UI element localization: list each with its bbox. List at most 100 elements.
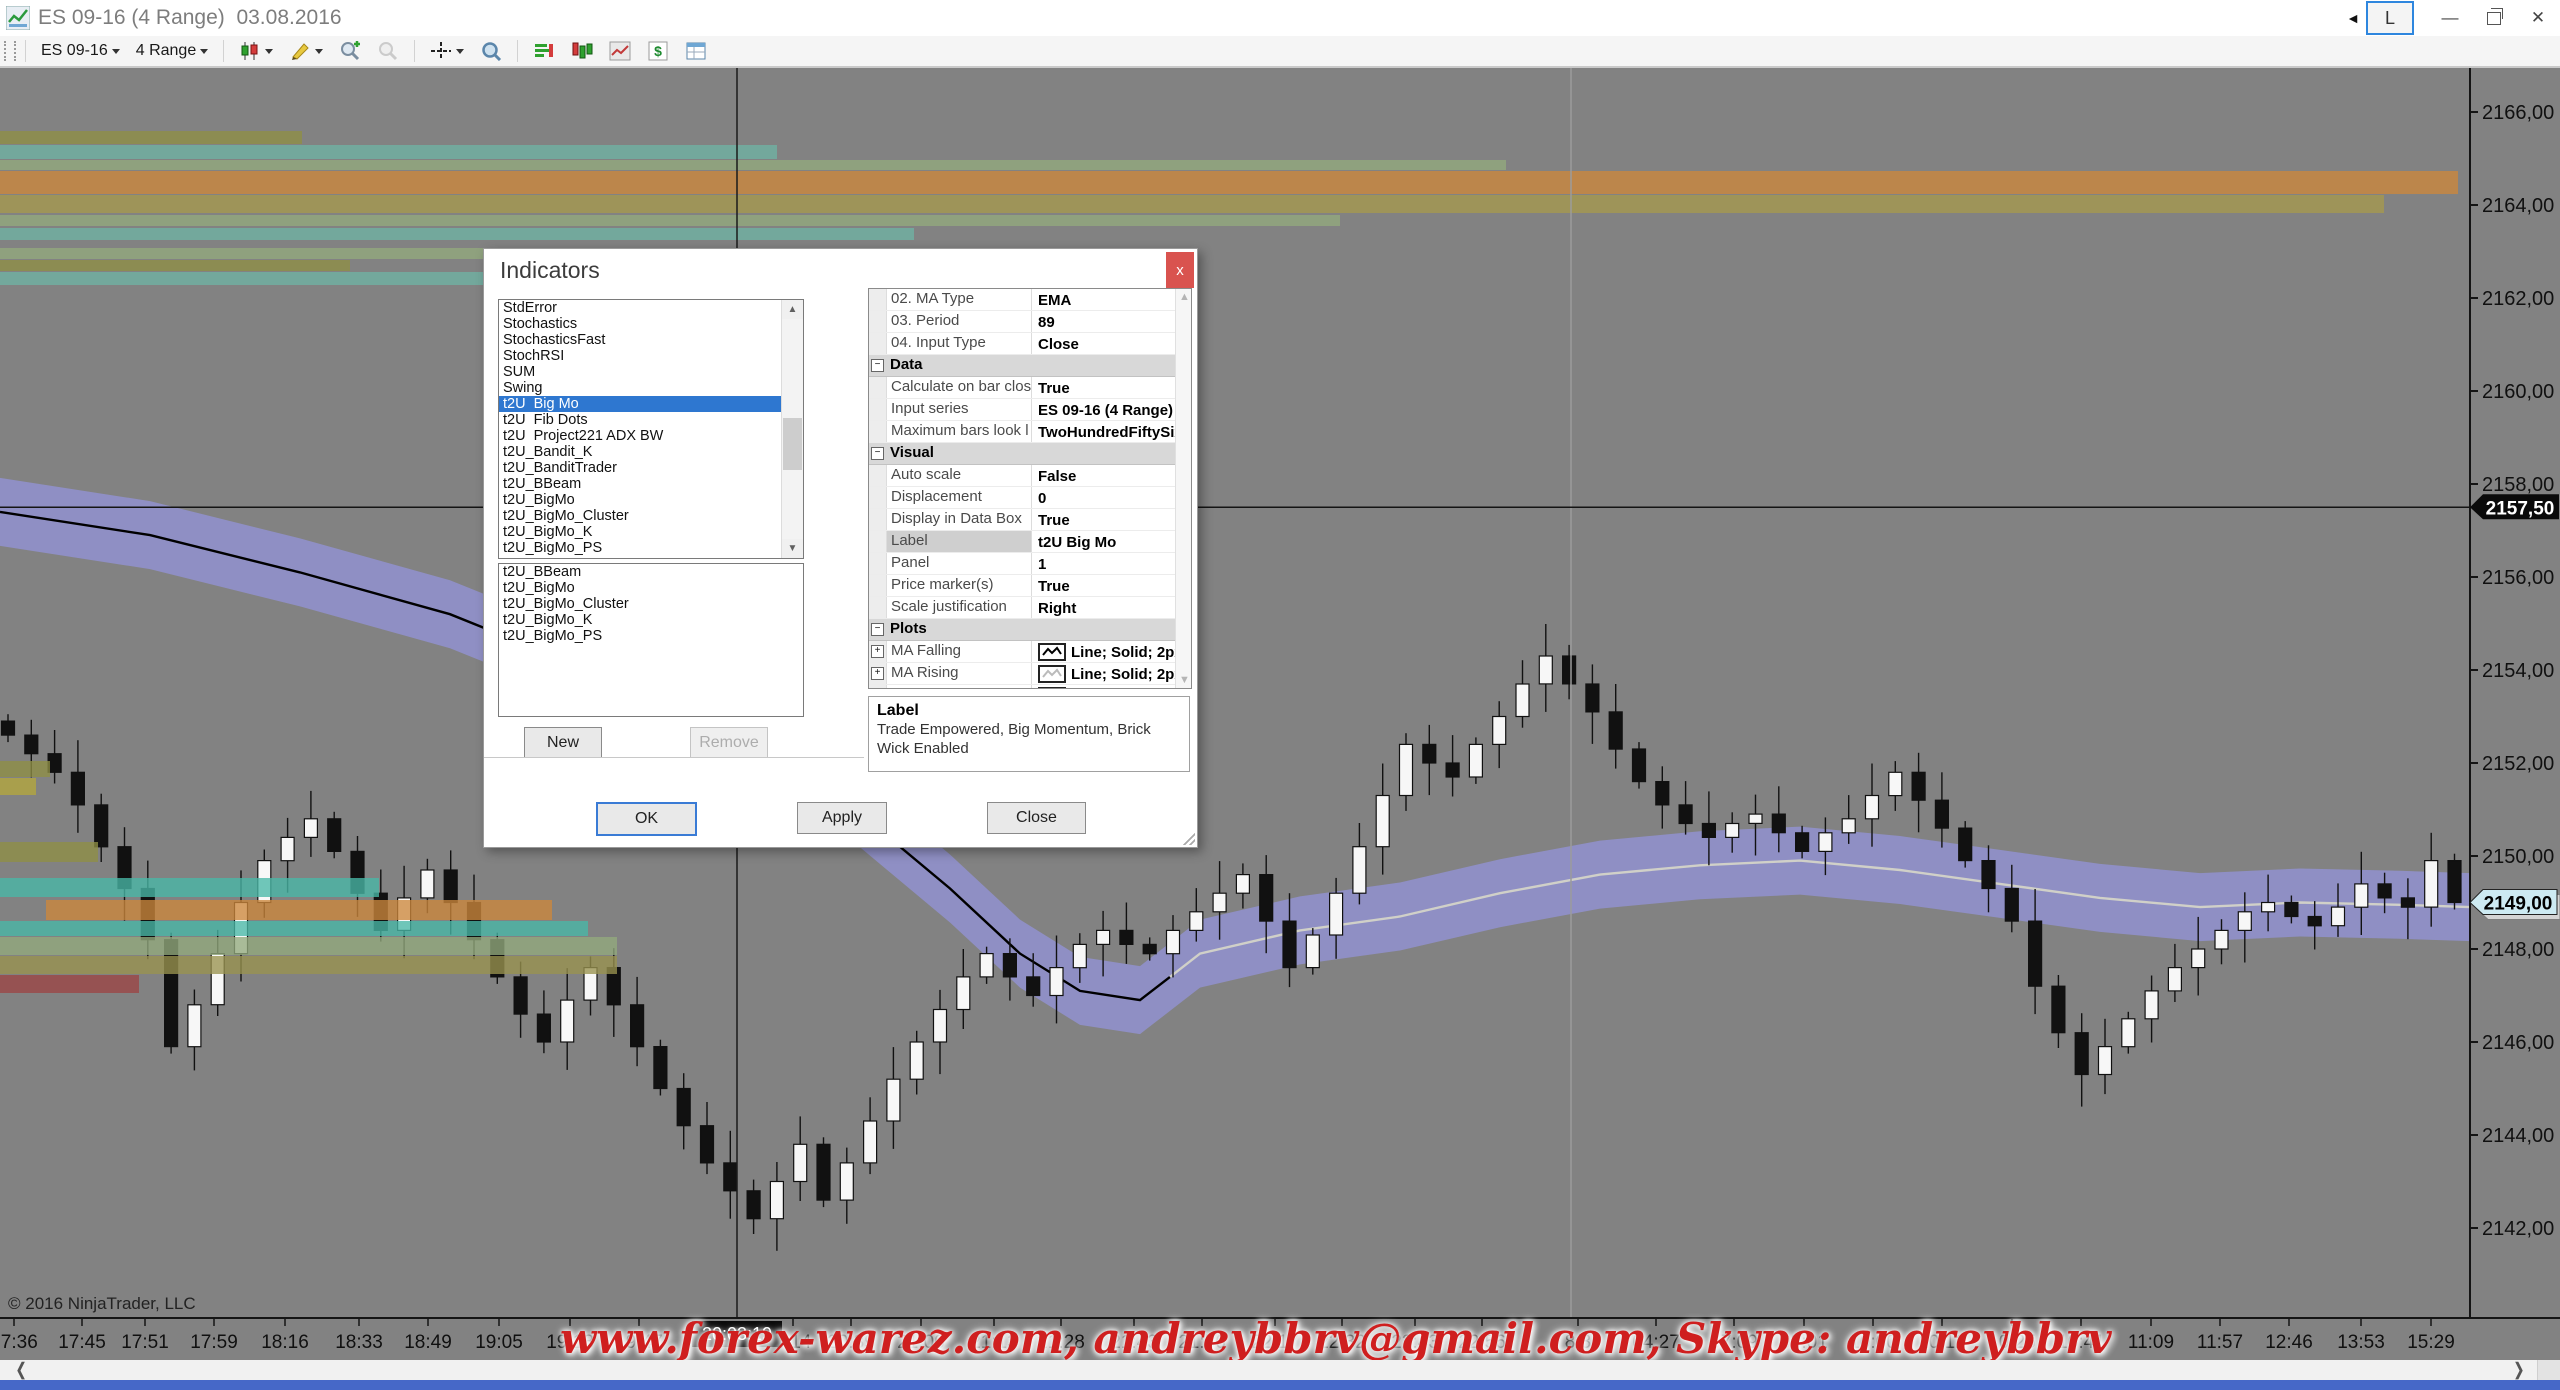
property-value[interactable]: True	[1032, 575, 1176, 596]
property-value[interactable]: False	[1032, 465, 1176, 486]
cursor-mode-button[interactable]	[424, 39, 470, 63]
dialog-titlebar[interactable]: Indicators	[484, 249, 1197, 291]
property-row[interactable]: Display in Data BoxTrue	[869, 509, 1176, 531]
property-row[interactable]: +MA FallingLine; Solid; 2px	[869, 641, 1176, 663]
indicator-list-item[interactable]: t2U_BBeam	[499, 476, 781, 492]
indicator-list-item[interactable]: t2U_BigMo_K	[499, 524, 781, 540]
property-grid-scrollbar[interactable]: ▲ ▼	[1175, 289, 1191, 688]
indicator-list-item[interactable]: t2U Big Mo	[499, 396, 781, 412]
dialog-close-button[interactable]: x	[1166, 252, 1194, 288]
property-row[interactable]: Calculate on bar closTrue	[869, 377, 1176, 399]
scroll-left-icon[interactable]: ❬	[14, 1360, 28, 1380]
data-grid-button[interactable]	[679, 39, 713, 63]
undock-arrow-icon[interactable]: ◄	[2346, 10, 2360, 26]
property-value[interactable]: Right	[1032, 597, 1176, 618]
property-value[interactable]: Line; Solid; 1px	[1032, 685, 1176, 689]
property-value[interactable]: True	[1032, 509, 1176, 530]
available-list-scrollbar[interactable]: ▲ ▼	[781, 300, 803, 558]
property-row[interactable]: Price marker(s)True	[869, 575, 1176, 597]
indicator-list-item[interactable]: t2U_BigMo_K	[499, 612, 781, 628]
indicator-list-item[interactable]: t2U_BanditTrader	[499, 460, 781, 476]
indicator-list-item[interactable]: t2U_BBeam	[499, 564, 781, 580]
property-value[interactable]: 89	[1032, 311, 1176, 332]
restore-button[interactable]	[2472, 1, 2516, 35]
scroll-up-icon[interactable]: ▲	[782, 300, 803, 319]
indicator-list-item[interactable]: StdError	[499, 300, 781, 316]
resize-grip[interactable]	[1183, 833, 1195, 845]
close-window-button[interactable]: ✕	[2516, 1, 2560, 35]
indicators-button[interactable]	[603, 39, 637, 63]
indicator-list-item[interactable]: Stochastics	[499, 316, 781, 332]
minimize-button[interactable]: —	[2428, 1, 2472, 35]
expand-icon[interactable]: +	[871, 645, 884, 658]
property-value[interactable]: Line; Solid; 2px	[1032, 641, 1176, 662]
property-row[interactable]: Input seriesES 09-16 (4 Range)	[869, 399, 1176, 421]
property-value[interactable]: Line; Solid; 2px	[1032, 663, 1176, 684]
expand-icon[interactable]: +	[871, 667, 884, 680]
property-value[interactable]: t2U Big Mo	[1032, 531, 1176, 552]
property-row[interactable]: +MA RisingLine; Solid; 2px	[869, 663, 1176, 685]
property-value[interactable]: True	[1032, 377, 1176, 398]
property-section-row[interactable]: −Visual	[869, 443, 1176, 465]
indicator-list-item[interactable]: t2U_BigMo_Cluster	[499, 508, 781, 524]
drawing-tools-button[interactable]	[283, 39, 329, 63]
property-value[interactable]: TwoHundredFiftySix	[1032, 421, 1176, 442]
dialog-close-button-bottom[interactable]: Close	[987, 802, 1086, 834]
collapse-icon[interactable]: −	[871, 359, 884, 372]
indicator-list-item[interactable]: t2U Fib Dots	[499, 412, 781, 428]
scrollbar-thumb[interactable]	[783, 418, 802, 470]
chart-canvas[interactable]: 2166,002164,002162,002160,002158,002156,…	[0, 66, 2560, 1390]
indicator-list-item[interactable]: StochRSI	[499, 348, 781, 364]
instrument-selector[interactable]: ES 09-16	[35, 40, 126, 62]
indicator-list-item[interactable]: t2U_BigMo	[499, 492, 781, 508]
ok-button[interactable]: OK	[596, 802, 697, 836]
available-indicators-list[interactable]: StdErrorStochasticsStochasticsFastStochR…	[498, 299, 804, 559]
property-value[interactable]: 1	[1032, 553, 1176, 574]
property-row[interactable]: 02. MA TypeEMA	[869, 289, 1176, 311]
indicator-list-item[interactable]: t2U_BigMo	[499, 580, 781, 596]
window-titlebar[interactable]: ES 09-16 (4 Range) 03.08.2016 ◄ L — ✕	[0, 0, 2560, 36]
property-row[interactable]: Auto scaleFalse	[869, 465, 1176, 487]
indicator-property-grid[interactable]: 02. MA TypeEMA03. Period8904. Input Type…	[868, 288, 1192, 689]
indicator-list-item[interactable]: t2U_BigMo_PS	[499, 540, 781, 556]
remove-button[interactable]: Remove	[690, 727, 768, 758]
property-row[interactable]: Maximum bars look lTwoHundredFiftySix	[869, 421, 1176, 443]
property-row[interactable]: +Raw MALine; Solid; 1px	[869, 685, 1176, 689]
horizontal-scrollbar[interactable]: ❬ ❭	[0, 1360, 2560, 1380]
interval-selector[interactable]: 4 Range	[130, 40, 215, 62]
scroll-down-icon[interactable]: ▼	[1179, 674, 1190, 686]
property-row[interactable]: 03. Period89	[869, 311, 1176, 333]
property-value[interactable]: Close	[1032, 333, 1176, 354]
new-button[interactable]: New	[524, 727, 602, 758]
property-value[interactable]: ES 09-16 (4 Range)	[1032, 399, 1176, 420]
zoom-in-button[interactable]	[333, 39, 367, 63]
property-row[interactable]: 04. Input TypeClose	[869, 333, 1176, 355]
indicator-list-item[interactable]: StochasticsFast	[499, 332, 781, 348]
chart-trader-button[interactable]	[565, 39, 599, 63]
scroll-up-icon[interactable]: ▲	[1179, 291, 1190, 303]
market-depth-button[interactable]	[527, 39, 561, 63]
property-value[interactable]: EMA	[1032, 289, 1176, 310]
apply-button[interactable]: Apply	[797, 802, 887, 834]
indicator-list-item[interactable]: t2U_Bandit_K	[499, 444, 781, 460]
property-section-row[interactable]: −Data	[869, 355, 1176, 377]
toolbar-grip[interactable]	[4, 41, 16, 61]
snap-mode-button[interactable]	[474, 39, 508, 63]
scroll-right-icon[interactable]: ❭	[2512, 1360, 2526, 1380]
scroll-down-icon[interactable]: ▼	[782, 539, 803, 558]
property-row[interactable]: Scale justificationRight	[869, 597, 1176, 619]
instrument-link-button[interactable]: L	[2366, 1, 2414, 35]
chart-style-button[interactable]	[233, 39, 279, 63]
collapse-icon[interactable]: −	[871, 623, 884, 636]
property-row[interactable]: Panel1	[869, 553, 1176, 575]
indicator-list-item[interactable]: Swing	[499, 380, 781, 396]
indicator-list-item[interactable]: t2U Project221 ADX BW	[499, 428, 781, 444]
property-row[interactable]: Labelt2U Big Mo	[869, 531, 1176, 553]
configured-indicators-list[interactable]: t2U_BBeamt2U_BigMot2U_BigMo_Clustert2U_B…	[498, 563, 804, 717]
account-button[interactable]: $	[641, 39, 675, 63]
indicator-list-item[interactable]: t2U_BigMo_PS	[499, 628, 781, 644]
zoom-out-button[interactable]	[371, 39, 405, 63]
indicator-list-item[interactable]: t2U_BigMo_Cluster	[499, 596, 781, 612]
property-section-row[interactable]: −Plots	[869, 619, 1176, 641]
property-value[interactable]: 0	[1032, 487, 1176, 508]
